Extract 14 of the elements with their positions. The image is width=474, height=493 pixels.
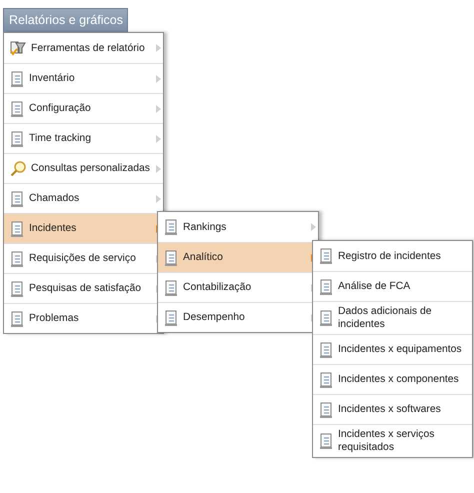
menu-item[interactable]: Consultas personalizadas (4, 153, 163, 183)
menu-item[interactable]: Incidentes x softwares (313, 394, 472, 424)
menu-item[interactable]: Configuração (4, 93, 163, 123)
menu-item[interactable]: Registro de incidentes (313, 241, 472, 271)
menu-item[interactable]: Chamados (4, 183, 163, 213)
menu-item[interactable]: Incidentes x componentes (313, 364, 472, 394)
menu-item[interactable]: Incidentes x equipamentos (313, 334, 472, 364)
menu-item[interactable]: Time tracking (4, 123, 163, 153)
menu-item[interactable]: Rankings (158, 212, 318, 242)
menu-item[interactable]: Ferramentas de relatório (4, 33, 163, 63)
menu-item[interactable]: Análise de FCA (313, 271, 472, 301)
menu-item[interactable]: Incidentes x serviços requisitados (313, 424, 472, 457)
menu-item[interactable]: Dados adicionais de incidentes (313, 301, 472, 334)
menu-item[interactable]: Inventário (4, 63, 163, 93)
